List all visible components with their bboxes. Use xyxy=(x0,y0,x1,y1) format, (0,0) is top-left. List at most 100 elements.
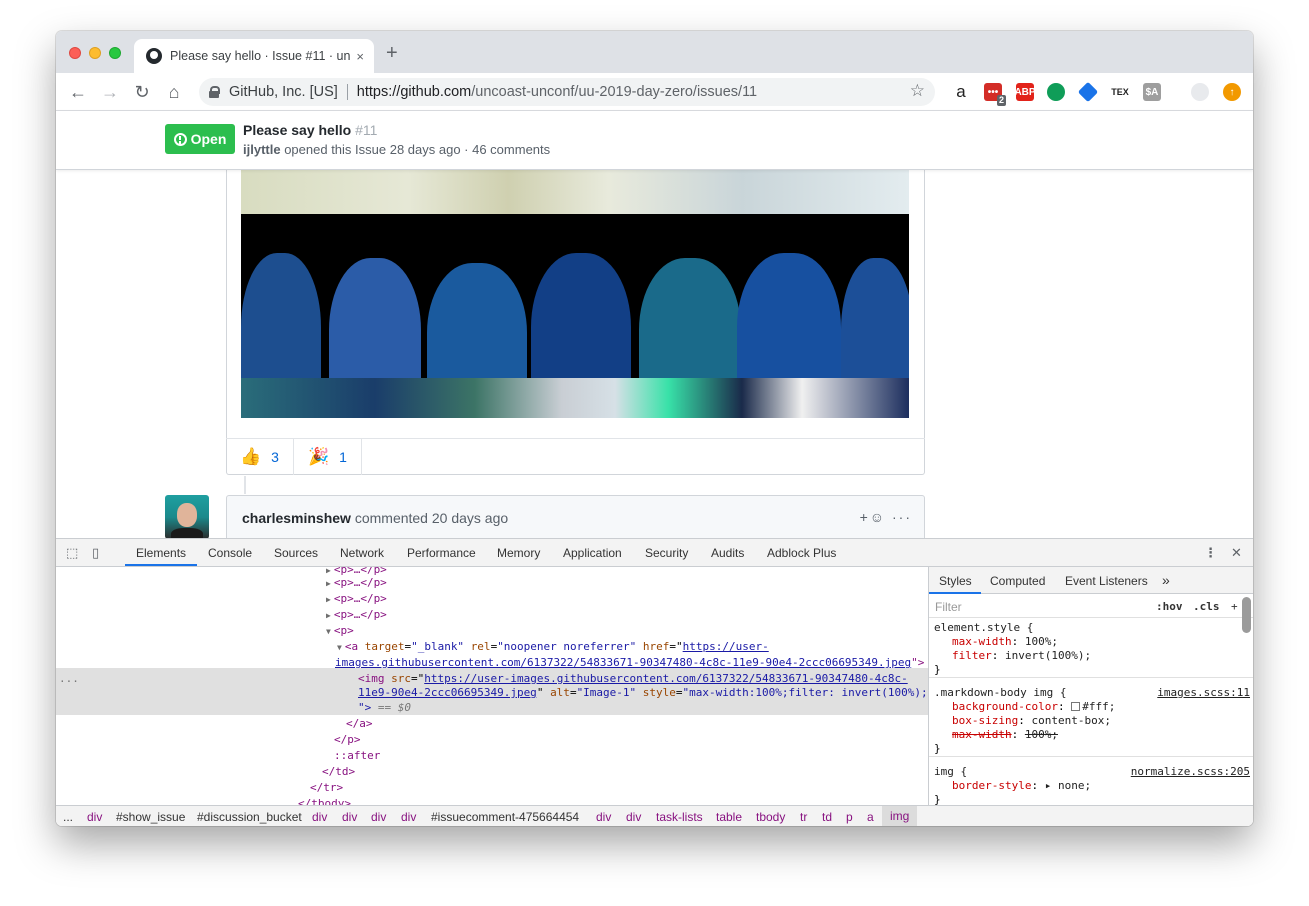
breadcrumb-item[interactable]: div xyxy=(87,810,102,824)
new-rule-icon[interactable]: + xyxy=(1231,600,1238,613)
more-options-icon[interactable]: ··· xyxy=(892,509,912,525)
dom-node[interactable]: ▶ <p>…</p> xyxy=(56,607,928,623)
breadcrumb-item[interactable]: p xyxy=(846,810,853,824)
update-extension-icon[interactable]: ↑ xyxy=(1223,83,1241,101)
browser-toolbar: ← → ↻ ⌂ GitHub, Inc. [US] https://github… xyxy=(56,73,1253,111)
add-reaction-icon[interactable]: +☺ xyxy=(860,509,886,525)
dom-node-close-tbody[interactable]: </tbody> xyxy=(56,796,928,805)
profile-extension-icon[interactable] xyxy=(1191,83,1209,101)
breadcrumb-item[interactable]: div xyxy=(596,810,611,824)
rule-selector[interactable]: img {normalize.scss:205 xyxy=(929,765,1253,779)
css-declaration[interactable]: filter: invert(100%); xyxy=(929,649,1253,663)
breadcrumb-item[interactable]: div xyxy=(401,810,416,824)
bookmark-star-icon[interactable]: ☆ xyxy=(910,81,925,101)
hov-toggle[interactable]: :hov xyxy=(1156,600,1183,613)
issue-author-link[interactable]: ijlyttle xyxy=(243,142,281,157)
page-content: 👍 3 🎉 1 charlesminshew commented 20 days… xyxy=(56,170,1253,538)
home-icon[interactable]: ⌂ xyxy=(162,80,186,104)
cls-toggle[interactable]: .cls xyxy=(1193,600,1220,613)
tab-memory[interactable]: Memory xyxy=(497,546,540,560)
tab-event-listeners[interactable]: Event Listeners xyxy=(1065,574,1148,588)
layers-extension-icon[interactable] xyxy=(1077,81,1099,103)
more-tabs-chevron-icon[interactable]: » xyxy=(1162,572,1170,588)
dom-node[interactable]: ▶ <p>…</p> xyxy=(56,575,928,591)
styles-scrollbar[interactable] xyxy=(1242,597,1251,633)
comment-author-link[interactable]: charlesminshew xyxy=(242,510,351,526)
tab-sources[interactable]: Sources xyxy=(274,546,318,560)
tab-performance[interactable]: Performance xyxy=(407,546,476,560)
inverted-group-image[interactable] xyxy=(241,214,909,418)
breadcrumb-item[interactable]: task-lists xyxy=(656,810,703,824)
rule-selector[interactable]: .markdown-body img {images.scss:11 xyxy=(929,686,1253,700)
dom-node-after[interactable]: ::after xyxy=(56,748,928,764)
rule-selector[interactable]: element.style { xyxy=(929,621,1253,635)
tab-adblock-plus[interactable]: Adblock Plus xyxy=(767,546,836,560)
tab-security[interactable]: Security xyxy=(645,546,688,560)
css-declaration[interactable]: border-style: ▸ none; xyxy=(929,779,1253,793)
dom-node-anchor[interactable]: ▼ <a target="_blank" rel="noopener norefe… xyxy=(56,639,928,655)
css-declaration[interactable]: box-sizing: content-box; xyxy=(929,714,1253,728)
issue-number: #11 xyxy=(355,122,378,138)
tab-close-icon[interactable]: × xyxy=(356,49,364,64)
tab-elements[interactable]: Elements xyxy=(136,546,186,560)
new-tab-button[interactable]: + xyxy=(386,43,398,63)
amazon-extension-icon[interactable]: a xyxy=(952,82,970,101)
breadcrumb-item[interactable]: div xyxy=(626,810,641,824)
breadcrumb-item[interactable]: table xyxy=(716,810,742,824)
address-bar[interactable]: GitHub, Inc. [US] https://github.com/unc… xyxy=(199,78,935,106)
breadcrumb-item[interactable]: img xyxy=(882,806,918,826)
css-declaration[interactable]: max-width: 100%; xyxy=(929,635,1253,649)
dom-node[interactable]: ▶ <p>…</p> xyxy=(56,591,928,607)
breadcrumb-item[interactable]: tr xyxy=(800,810,807,824)
device-toolbar-icon[interactable]: ▯ xyxy=(92,545,99,561)
breadcrumb-item[interactable]: a xyxy=(867,810,874,824)
rule-source-link[interactable]: images.scss:11 xyxy=(1157,686,1250,700)
rule-source-link[interactable]: normalize.scss:205 xyxy=(1131,765,1250,779)
comment-author-line: charlesminshew commented 20 days ago xyxy=(242,510,508,526)
breadcrumb-item[interactable]: ... xyxy=(63,810,73,824)
color-swatch-icon[interactable] xyxy=(1071,702,1081,711)
browser-tab-active[interactable]: Please say hello · Issue #11 · uncoast-u… xyxy=(134,39,374,73)
issue-title[interactable]: Please say hello #11 xyxy=(243,122,377,138)
lastpass-extension-icon[interactable]: ••• 2 xyxy=(984,83,1006,106)
active-tab-indicator xyxy=(125,564,197,566)
css-declaration[interactable]: background-color: #fff; xyxy=(929,700,1253,714)
dom-node[interactable]: ▼ <p> xyxy=(56,623,928,639)
tab-console[interactable]: Console xyxy=(208,546,252,560)
devtools-close-icon[interactable]: ✕ xyxy=(1231,545,1242,561)
devtools-menu-icon[interactable]: ⋮ xyxy=(1204,545,1217,561)
tab-computed[interactable]: Computed xyxy=(990,574,1045,588)
breadcrumb-item[interactable]: td xyxy=(822,810,832,824)
breadcrumb-item[interactable]: div xyxy=(312,810,327,824)
avatar[interactable] xyxy=(165,495,209,538)
close-window-button[interactable] xyxy=(69,47,81,59)
tab-network[interactable]: Network xyxy=(340,546,384,560)
hangouts-extension-icon[interactable] xyxy=(1047,83,1065,101)
breadcrumb-item[interactable]: div xyxy=(342,810,357,824)
reload-icon[interactable]: ↻ xyxy=(130,80,154,104)
css-declaration[interactable]: max-width: 100%; xyxy=(929,728,1253,742)
minimize-window-button[interactable] xyxy=(89,47,101,59)
dom-node-close-td[interactable]: </td> xyxy=(56,764,928,780)
zoom-window-button[interactable] xyxy=(109,47,121,59)
breadcrumb-item[interactable]: #issuecomment-475664454 xyxy=(431,810,579,824)
adblock-plus-extension-icon[interactable]: ABP xyxy=(1014,83,1036,101)
inspect-element-icon[interactable]: ⬚ xyxy=(66,545,78,561)
breadcrumb-item[interactable]: #show_issue xyxy=(116,810,185,824)
forward-arrow-icon[interactable]: → xyxy=(98,80,122,104)
tex-extension-icon[interactable]: TEX xyxy=(1111,83,1129,101)
back-arrow-icon[interactable]: ← xyxy=(66,80,90,104)
tab-application[interactable]: Application xyxy=(563,546,622,560)
dom-node-close-p[interactable]: </p> xyxy=(56,732,928,748)
dom-node-close-tr[interactable]: </tr> xyxy=(56,780,928,796)
dom-node-close-a[interactable]: </a> xyxy=(56,716,928,732)
breadcrumb-item[interactable]: div xyxy=(371,810,386,824)
styles-filter-input[interactable]: Filter xyxy=(935,600,962,614)
reaction-tada[interactable]: 🎉 1 xyxy=(294,439,362,475)
breadcrumb-item[interactable]: #discussion_bucket xyxy=(197,810,302,824)
breadcrumb-item[interactable]: tbody xyxy=(756,810,785,824)
reaction-thumbs-up[interactable]: 👍 3 xyxy=(226,439,294,475)
tab-audits[interactable]: Audits xyxy=(711,546,744,560)
sa-extension-icon[interactable]: $A xyxy=(1143,83,1161,101)
tab-styles[interactable]: Styles xyxy=(939,574,972,588)
